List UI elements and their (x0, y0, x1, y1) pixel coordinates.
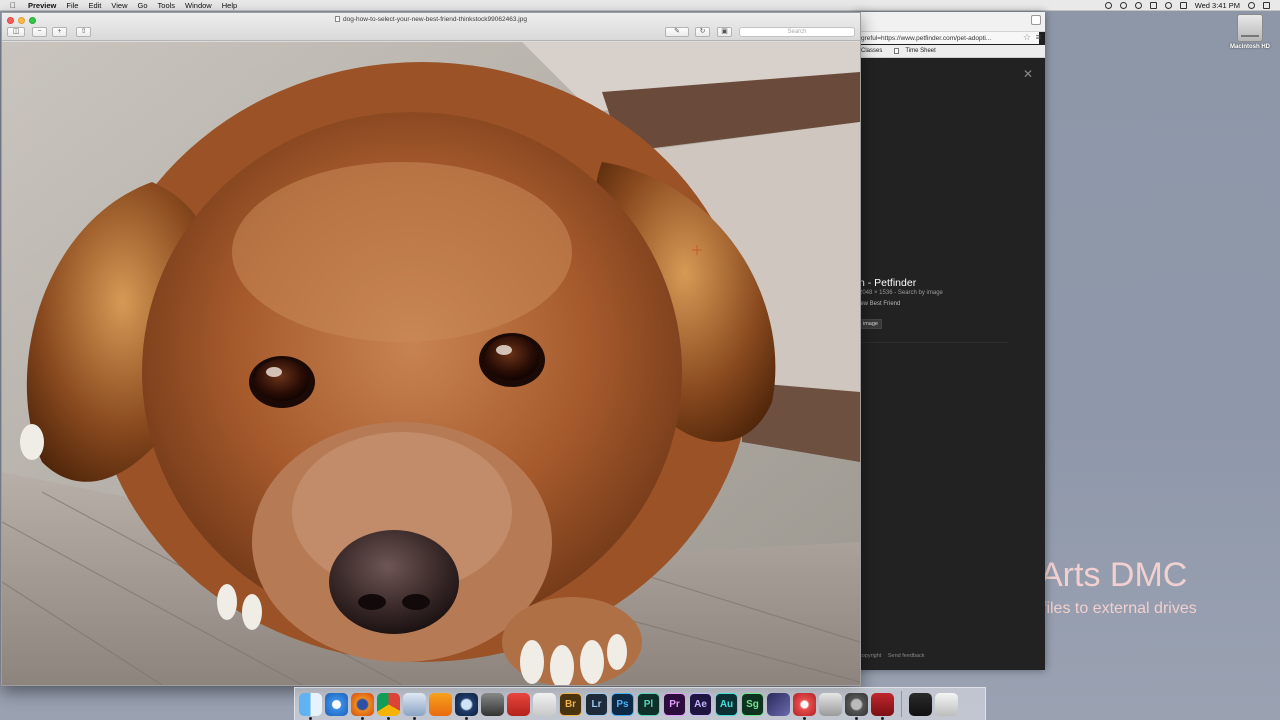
status-area: Wed 3:41 PM (1104, 0, 1270, 11)
record-icon[interactable] (1104, 2, 1112, 9)
dock-photoshop-icon[interactable]: Ps (611, 692, 634, 716)
address-bar[interactable]: greful=https://www.petfinder.com/pet-ado… (861, 32, 1039, 44)
sidebar-toggle-button[interactable]: ◫ (7, 27, 25, 37)
dock-separator (901, 691, 902, 717)
result-meta[interactable]: 2048 × 1536 - Search by image (859, 290, 943, 296)
dock-safari-icon[interactable] (325, 692, 348, 716)
dock-after-effects-icon[interactable]: Ae (689, 692, 712, 716)
copyright-link[interactable]: copyright (859, 653, 881, 659)
bookmark-star-icon[interactable]: ☆ (1023, 32, 1031, 43)
menu-edit[interactable]: Edit (88, 1, 101, 10)
preview-titlebar[interactable]: dog-how-to-select-your-new-best-friend-t… (2, 13, 860, 41)
document-title-wrap: dog-how-to-select-your-new-best-friend-t… (2, 16, 860, 23)
menu-bar:  Preview File Edit View Go Tools Window… (0, 0, 1280, 11)
dock-installer-icon[interactable] (819, 692, 842, 716)
running-indicator (413, 716, 416, 720)
browser-window: greful=https://www.petfinder.com/pet-ado… (855, 12, 1045, 670)
dock-preview-icon[interactable] (403, 692, 426, 720)
dock-chrome-icon[interactable] (377, 692, 400, 720)
dock-mail-app-icon[interactable] (533, 692, 556, 716)
document-icon (894, 48, 900, 54)
drive-label: Macintosh HD (1229, 44, 1270, 50)
result-description: iew Best Friend (859, 301, 901, 307)
send-feedback-link[interactable]: Send feedback (888, 653, 925, 659)
wifi-icon[interactable] (1164, 2, 1172, 9)
result-title[interactable]: n - Petfinder (859, 277, 916, 289)
search-input[interactable]: Search (739, 27, 855, 37)
divider (859, 342, 1009, 343)
menu-window[interactable]: Window (185, 1, 212, 10)
bookmarks-bar: Classes Time Sheet (855, 45, 1045, 58)
dock-vlc-icon[interactable] (429, 692, 452, 716)
dock-davinci-icon[interactable] (793, 692, 816, 720)
view-image-button[interactable]: image (859, 319, 882, 329)
browser-menu-icon[interactable]: ≡ (1036, 32, 1041, 42)
dog-photo (2, 42, 860, 685)
menu-help[interactable]: Help (222, 1, 237, 10)
markup-pen-button[interactable]: ✎ (665, 27, 689, 37)
bookmark-classes[interactable]: Classes (861, 48, 882, 54)
menu-app-name[interactable]: Preview (28, 1, 56, 10)
dock-utility-icon[interactable] (481, 692, 504, 716)
running-indicator (855, 716, 858, 720)
dock-quicktime-icon[interactable] (455, 692, 478, 720)
sync-icon[interactable] (1119, 2, 1127, 9)
zoom-in-button[interactable]: + (52, 27, 67, 37)
volume-icon[interactable] (1179, 2, 1187, 9)
display-icon[interactable] (1149, 2, 1157, 9)
watermark-title: Arts DMC (1040, 556, 1188, 594)
running-indicator (465, 716, 468, 720)
image-result-panel: ✕ n - Petfinder 2048 × 1536 - Search by … (855, 59, 1045, 670)
browser-toolbar (855, 12, 1045, 32)
dock-bridge-icon[interactable]: Br (559, 692, 582, 716)
menu-clock[interactable]: Wed 3:41 PM (1195, 1, 1240, 10)
menu-go[interactable]: Go (138, 1, 148, 10)
watermark-subtitle: files to external drives (1042, 600, 1197, 617)
notification-center-icon[interactable] (1263, 2, 1270, 9)
dock-inkscape-like-icon[interactable] (767, 692, 790, 716)
spotlight-search-icon[interactable] (1248, 2, 1255, 9)
file-icon (335, 16, 341, 22)
dock-lightroom-icon[interactable]: Lr (585, 692, 608, 716)
bookmark-time-sheet[interactable]: Time Sheet (905, 48, 935, 54)
preview-window: dog-how-to-select-your-new-best-friend-t… (1, 12, 861, 686)
running-indicator (803, 716, 806, 720)
result-footer: copyright Send feedback (859, 653, 930, 659)
dock-speedgrade-icon[interactable]: Sg (741, 692, 764, 716)
dock-audition-icon[interactable]: Au (715, 692, 738, 716)
apple-menu-icon[interactable]:  (10, 1, 22, 10)
dock-system-prefs-icon[interactable] (845, 692, 868, 720)
dock: Br Lr Ps Pl Pr Ae Au Sg (294, 687, 986, 720)
menu-view[interactable]: View (111, 1, 127, 10)
dog-photo-illustration (2, 42, 860, 685)
running-indicator (361, 716, 364, 720)
dock-firefox-icon[interactable] (351, 692, 374, 720)
dock-downloads-folder-icon[interactable] (909, 692, 932, 716)
running-indicator (309, 716, 312, 720)
dock-finder-icon[interactable] (299, 692, 322, 720)
bluetooth-icon[interactable] (1134, 2, 1142, 9)
running-indicator (387, 716, 390, 720)
desktop-drive[interactable]: Macintosh HD (1226, 14, 1274, 50)
close-icon[interactable]: ✕ (1023, 67, 1033, 81)
hard-drive-icon[interactable] (1237, 14, 1263, 42)
menu-tools[interactable]: Tools (158, 1, 176, 10)
dock-trash-icon[interactable] (935, 692, 958, 716)
zoom-out-button[interactable]: − (32, 27, 47, 37)
menu-file[interactable]: File (66, 1, 78, 10)
dock-sketchup-icon[interactable] (507, 692, 530, 716)
user-profile-icon[interactable] (1031, 15, 1041, 25)
dock-premiere-icon[interactable]: Pr (663, 692, 686, 716)
toolbox-button[interactable]: ▣ (717, 27, 732, 37)
rotate-button[interactable]: ↻ (695, 27, 710, 37)
running-indicator (881, 716, 884, 720)
document-title[interactable]: dog-how-to-select-your-new-best-friend-t… (343, 16, 527, 23)
dock-photo-booth-icon[interactable] (871, 692, 894, 720)
share-button[interactable]: ⇧ (76, 27, 91, 37)
dock-prelude-icon[interactable]: Pl (637, 692, 660, 716)
